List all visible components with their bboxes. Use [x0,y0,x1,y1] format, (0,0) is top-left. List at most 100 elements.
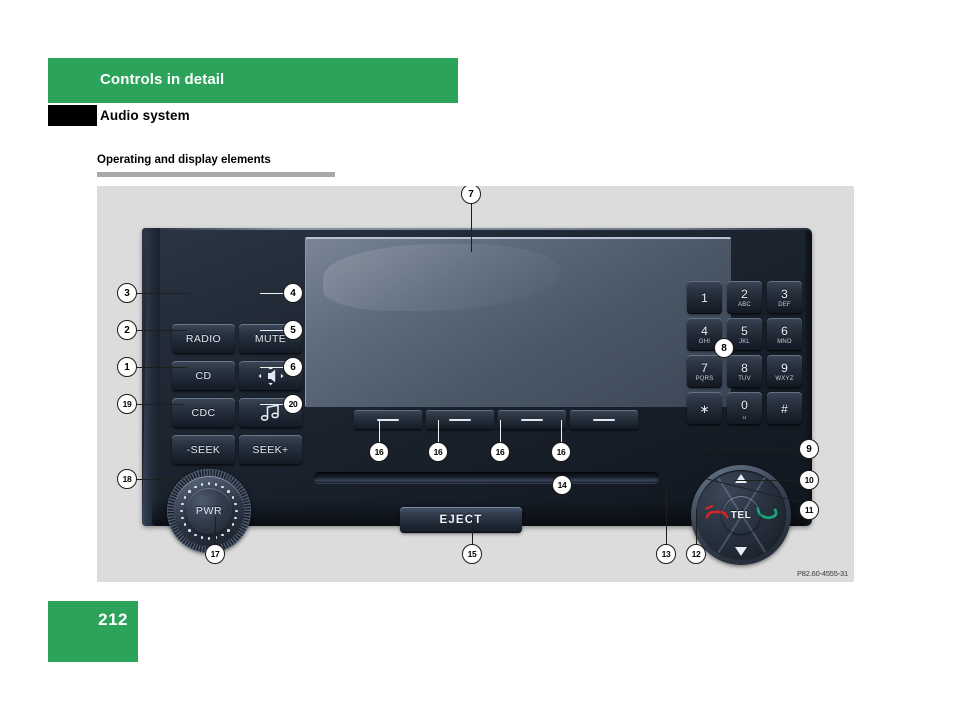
button-label: SEEK+ [252,444,289,456]
button-cd[interactable]: CD [172,361,235,391]
callout-9: 9 [799,439,819,459]
preset-dash-mark [521,419,543,421]
knob-dot [227,490,230,493]
title-underline-rule [97,172,335,177]
cd-slot [314,472,659,483]
page-number-box: 212 [48,601,138,662]
tel-center-button[interactable]: TEL [722,496,760,534]
keypad-key-2[interactable]: 2 ABC [727,281,762,314]
keypad-key-3[interactable]: 3 DEF [767,281,802,314]
keypad-key-#[interactable]: # [767,392,802,425]
keypad-letters: TUV [738,375,751,382]
button-label: -SEEK [186,444,221,456]
knob-dot [231,523,235,527]
power-volume-knob[interactable]: PWR [167,469,251,553]
knob-dot [227,529,230,532]
keypad-key-9[interactable]: 9 WXYZ [767,355,802,388]
preset-dash-mark [449,419,471,421]
eject-button[interactable]: EJECT [400,507,522,533]
preset-softkey-3[interactable] [498,410,566,430]
scroll-down-arrow-icon[interactable] [735,547,747,556]
keypad-digit: ∗ [699,401,710,416]
leader-10 [735,480,796,482]
leader-1 [137,367,187,369]
keypad-letters: DEF [778,301,791,308]
keypad-digit: 2 [741,286,748,301]
knob-dot [188,490,191,493]
chapter-subtitle: Audio system [100,108,190,123]
knob-dot [214,483,218,486]
button-seek[interactable]: -SEEK [172,435,235,465]
keypad-digit: 6 [781,323,788,338]
section-header-band: Controls in detail [48,58,458,103]
leader-7 [471,204,473,252]
knob-dot [200,483,204,486]
callout-3: 3 [117,283,137,303]
callout-13: 13 [656,544,676,564]
screen-glare [323,244,561,312]
keypad-digit: 4 [701,323,708,338]
keypad-digit: 0 [741,397,748,412]
chapter-marker-box [48,105,97,126]
leader-9 [704,449,796,451]
knob-dot [188,529,191,532]
leader-18 [137,479,173,481]
keypad-letters: ABC [738,301,751,308]
figure-reference-id: P82.60-4555-31 [797,569,848,578]
preset-softkey-row [354,410,640,430]
head-unit-top-highlight [156,228,810,230]
knob-dot [221,485,225,489]
keypad-letters: ␣ [742,412,747,419]
display-screen [305,237,731,407]
keypad-digit: 3 [781,286,788,301]
knob-dot [181,516,184,520]
keypad-key-0[interactable]: 0 ␣ [727,392,762,425]
callout-14: 14 [552,475,572,495]
callout-16-1: 16 [369,442,389,462]
leader-16d [561,420,563,444]
keypad-digit: # [781,401,788,416]
button-cdc[interactable]: CDC [172,398,235,428]
keypad-key-6[interactable]: 6 MNO [767,318,802,351]
head-unit-illustration: RADIO CD CDC -SEEK MUTE SEEK+ 1 2 ABC 3 DEF 4 GHI 5… [142,228,812,565]
callout-4: 4 [283,283,303,303]
keypad-digit: 8 [741,360,748,375]
speaker-balance-icon [258,366,283,386]
button-seek+[interactable]: SEEK+ [239,435,302,465]
callout-11: 11 [799,500,819,520]
keypad-key-8[interactable]: 8 TUV [727,355,762,388]
page-number: 212 [98,610,128,629]
leader-19 [137,404,184,406]
preset-softkey-1[interactable] [354,410,422,430]
preset-softkey-2[interactable] [426,410,494,430]
button-label: MUTE [254,333,287,345]
callout-8: 8 [714,338,734,358]
button-radio[interactable]: RADIO [172,324,235,354]
figure-container: RADIO CD CDC -SEEK MUTE SEEK+ 1 2 ABC 3 DEF 4 GHI 5… [97,186,854,582]
knob-dot [183,523,187,527]
keypad-digit: 5 [741,323,748,338]
knob-dot [180,509,183,513]
keypad-digit: 9 [781,360,788,375]
numeric-keypad: 1 2 ABC 3 DEF 4 GHI 5 JKL 6 MNO 7 PQRS 8 TUV 9 WXYZ ∗ 0 ␣ # [687,281,803,428]
callout-19: 19 [117,394,137,414]
keypad-key-1[interactable]: 1 [687,281,722,314]
page-title: Operating and display elements [97,154,271,166]
callout-15: 15 [462,544,482,564]
keypad-key-7[interactable]: 7 PQRS [687,355,722,388]
preset-softkey-4[interactable] [570,410,638,430]
callout-1: 1 [117,357,137,377]
knob-dot [183,495,187,499]
button-label: RADIO [185,333,222,345]
callout-16-4: 16 [551,442,571,462]
scroll-up-arrow-icon[interactable] [735,474,747,483]
callout-7: 7 [461,186,481,204]
keypad-letters: PQRS [695,375,714,382]
leader-3 [137,293,187,295]
callout-2: 2 [117,320,137,340]
keypad-letters: WXYZ [775,375,794,382]
preset-dash-mark [377,419,399,421]
callout-17: 17 [205,544,225,564]
callout-16-2: 16 [428,442,448,462]
keypad-key-∗[interactable]: ∗ [687,392,722,425]
